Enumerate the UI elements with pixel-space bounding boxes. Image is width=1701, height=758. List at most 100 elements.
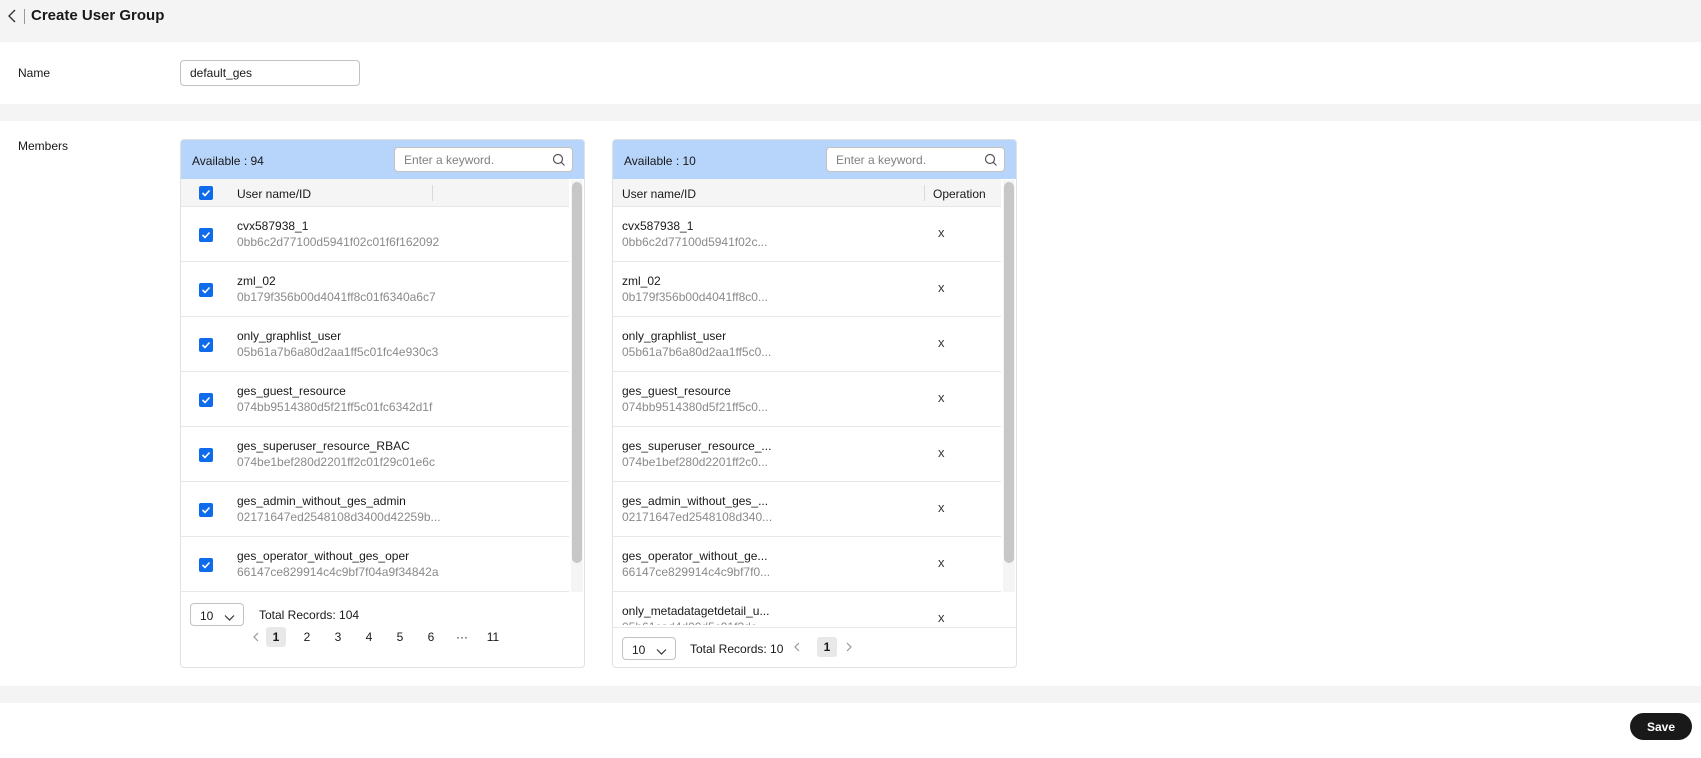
user-name: cvx587938_1	[237, 219, 309, 233]
page-number[interactable]: 2	[297, 627, 317, 647]
page-number[interactable]: 4	[359, 627, 379, 647]
search-box[interactable]	[826, 147, 1005, 172]
user-id: 05b61a7b6a80d2aa1ff5c01fc4e930c3	[237, 345, 439, 359]
search-box[interactable]	[394, 147, 573, 172]
list-item[interactable]: ges_guest_resource 074bb9514380d5f21ff5c0…	[181, 372, 569, 427]
name-input[interactable]	[180, 60, 360, 86]
scrollbar-thumb[interactable]	[1004, 182, 1014, 563]
column-divider	[924, 185, 925, 201]
back-arrow-icon[interactable]	[6, 8, 20, 24]
list-item: ges_superuser_resource_... 074be1bef280d2…	[613, 427, 1001, 482]
column-divider	[432, 185, 433, 201]
panel-header: Available : 94	[181, 140, 584, 179]
remove-icon[interactable]: x	[938, 555, 945, 570]
user-name: only_graphlist_user	[237, 329, 342, 343]
user-id: 66147ce829914c4c9bf7f0...	[622, 565, 771, 579]
page-size-select[interactable]: 10	[190, 603, 244, 626]
user-id: 0bb6c2d77100d5941f02c...	[622, 235, 768, 249]
list-item: ges_admin_without_ges_... 02171647ed25481…	[613, 482, 1001, 537]
prev-page-icon[interactable]	[790, 640, 804, 654]
row-checkbox[interactable]	[199, 338, 213, 352]
list-item: only_metadatagetdetail_u... 05b61cad4d00d…	[613, 592, 1001, 625]
search-icon[interactable]	[552, 153, 566, 167]
user-name: zml_02	[622, 274, 661, 288]
user-id: 02171647ed2548108d3400d42259b...	[237, 510, 441, 524]
search-input[interactable]	[395, 148, 545, 171]
user-id: 05b61cad4d00d5c01f3dc...	[622, 620, 767, 625]
scrollbar[interactable]	[1003, 180, 1015, 592]
user-name: ges_superuser_resource_...	[622, 439, 772, 453]
footer-bar: Save	[0, 703, 1701, 758]
user-id: 66147ce829914c4c9bf7f04a9f34842a	[237, 565, 439, 579]
panel-header: Available : 10	[613, 140, 1016, 179]
row-checkbox[interactable]	[199, 393, 213, 407]
user-id: 074bb9514380d5f21ff5c01fc6342d1f	[237, 400, 433, 414]
search-input[interactable]	[827, 148, 977, 171]
page-size-select[interactable]: 10	[622, 637, 676, 660]
user-id: 074be1bef280d2201ff2c01f29c01e6c	[237, 455, 435, 469]
search-icon[interactable]	[984, 153, 998, 167]
column-header-user: User name/ID	[622, 187, 697, 201]
total-records: Total Records: 104	[259, 608, 360, 622]
scrollbar-thumb[interactable]	[572, 182, 582, 563]
page-title: Create User Group	[31, 7, 165, 24]
chevron-down-icon	[656, 645, 667, 659]
select-all-checkbox[interactable]	[199, 186, 213, 200]
user-id: 0b179f356b00d4041ff8c01f6340a6c7	[237, 290, 436, 304]
list-item[interactable]: ges_superuser_resource_RBAC 074be1bef280d…	[181, 427, 569, 482]
available-users-panel: Available : 94 User name/ID cvx587938_1 0…	[180, 139, 585, 668]
column-header-operation: Operation	[933, 187, 986, 201]
list-item: ges_guest_resource 074bb9514380d5f21ff5c0…	[613, 372, 1001, 427]
user-id: 0b179f356b00d4041ff8c0...	[622, 290, 768, 304]
list-item[interactable]: zml_02 0b179f356b00d4041ff8c01f6340a6c7	[181, 262, 569, 317]
list-item[interactable]: ges_operator_without_ges_oper 66147ce8299…	[181, 537, 569, 592]
column-header-user: User name/ID	[237, 187, 312, 201]
page-number[interactable]: 6	[421, 627, 441, 647]
save-button[interactable]: Save	[1630, 713, 1692, 740]
remove-icon[interactable]: x	[938, 610, 945, 625]
page-number[interactable]: 5	[390, 627, 410, 647]
row-checkbox[interactable]	[199, 228, 213, 242]
user-id: 074be1bef280d2201ff2c0...	[622, 455, 768, 469]
user-id: 074bb9514380d5f21ff5c0...	[622, 400, 768, 414]
remove-icon[interactable]: x	[938, 390, 945, 405]
remove-icon[interactable]: x	[938, 445, 945, 460]
title-divider	[24, 9, 25, 24]
members-section: Members Available : 94 User name/ID cvx5…	[0, 121, 1701, 686]
user-id: 0bb6c2d77100d5941f02c01f6f162092	[237, 235, 440, 249]
chevron-down-icon	[224, 611, 235, 625]
page-size-value: 10	[200, 609, 214, 623]
scrollbar[interactable]	[571, 180, 583, 592]
remove-icon[interactable]: x	[938, 280, 945, 295]
next-page-icon[interactable]	[842, 640, 856, 654]
page-header: Create User Group	[0, 0, 1701, 32]
page-number[interactable]: 11	[483, 627, 503, 647]
list-item[interactable]: only_graphlist_user 05b61a7b6a80d2aa1ff5c…	[181, 317, 569, 372]
list-item: cvx587938_1 0bb6c2d77100d5941f02c... x	[613, 207, 1001, 262]
prev-page-icon[interactable]	[249, 630, 263, 644]
pagination-bar: 10 Total Records: 104 1 2 3 4 5 6 ··· 11	[181, 592, 584, 667]
user-name: ges_admin_without_ges_admin	[237, 494, 406, 508]
name-label: Name	[18, 66, 51, 80]
list-item: only_graphlist_user 05b61a7b6a80d2aa1ff5c…	[613, 317, 1001, 372]
row-checkbox[interactable]	[199, 283, 213, 297]
row-checkbox[interactable]	[199, 558, 213, 572]
available-count: Available : 94	[192, 154, 264, 168]
user-name: ges_operator_without_ge...	[622, 549, 768, 563]
page-number[interactable]: 3	[328, 627, 348, 647]
list-item[interactable]: ges_admin_without_ges_admin 02171647ed254…	[181, 482, 569, 537]
user-name: only_metadatagetdetail_u...	[622, 604, 770, 618]
list-item[interactable]: cvx587938_1 0bb6c2d77100d5941f02c01f6f162…	[181, 207, 569, 262]
row-checkbox[interactable]	[199, 503, 213, 517]
page-size-value: 10	[632, 643, 646, 657]
user-id: 02171647ed2548108d340...	[622, 510, 773, 524]
row-checkbox[interactable]	[199, 448, 213, 462]
page-ellipsis[interactable]: ···	[452, 627, 472, 647]
page-number[interactable]: 1	[266, 627, 286, 647]
remove-icon[interactable]: x	[938, 225, 945, 240]
remove-icon[interactable]: x	[938, 500, 945, 515]
user-name: cvx587938_1	[622, 219, 694, 233]
members-label: Members	[18, 139, 69, 153]
remove-icon[interactable]: x	[938, 335, 945, 350]
page-number[interactable]: 1	[817, 637, 837, 657]
